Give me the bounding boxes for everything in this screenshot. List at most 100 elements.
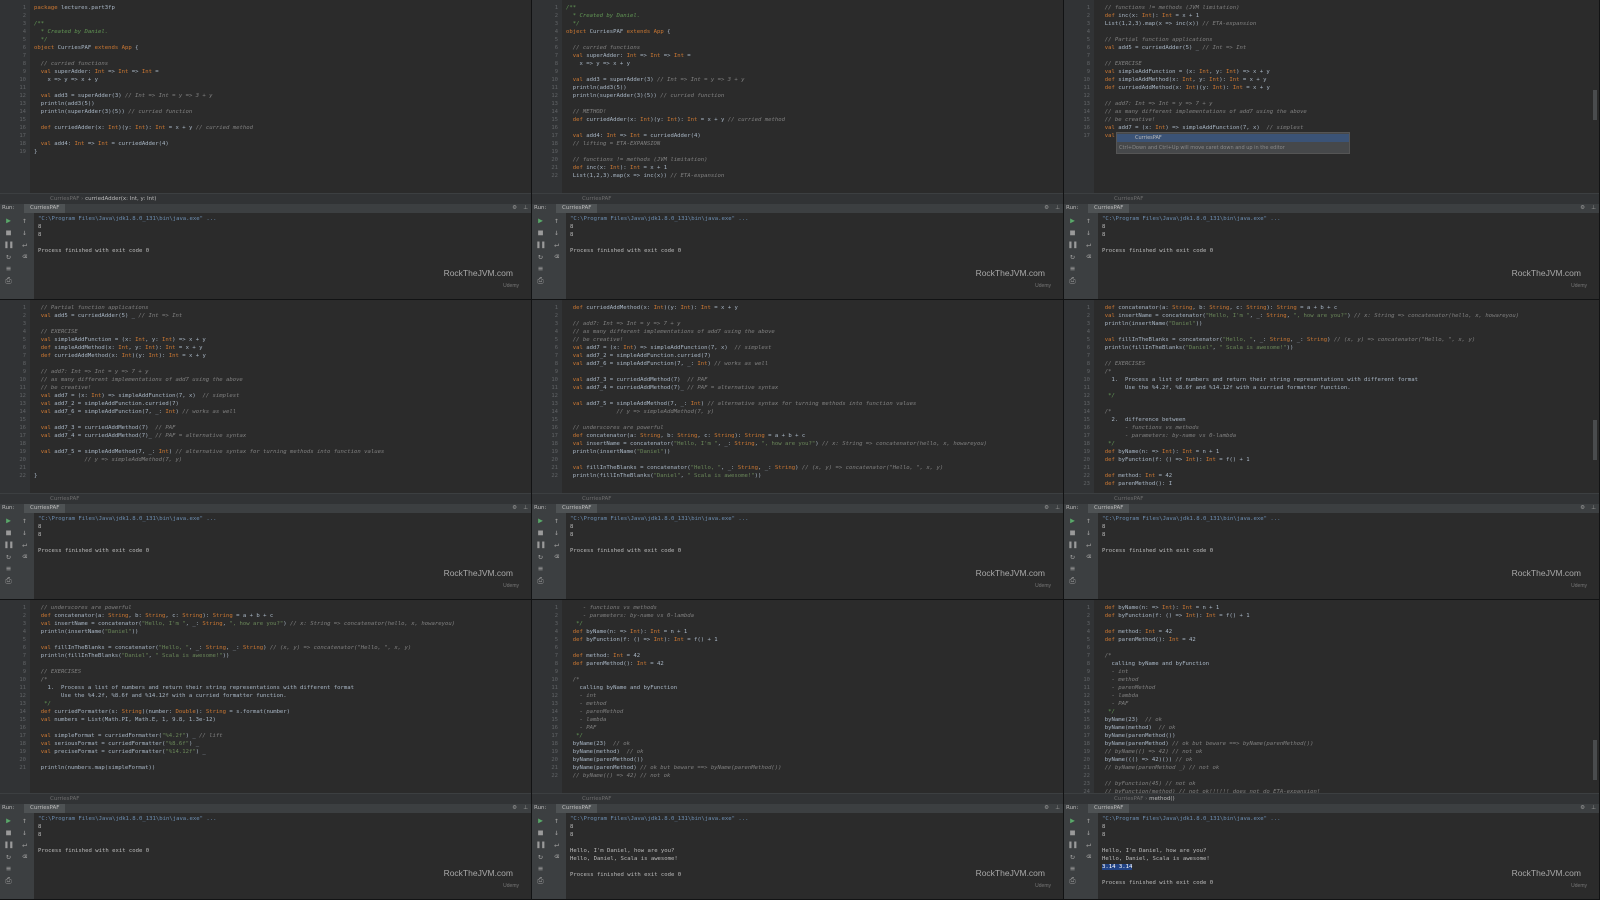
code-line[interactable]: // EXERCISES [34,668,519,676]
code-editor[interactable]: 1 2 3 4 5 6 7 8 9 10 11 12 13 14 15 16 17 18 19 20 21 22 // P… [0,300,531,493]
code-line[interactable]: // as many different implementations of … [1098,108,1587,116]
code-line[interactable]: val simpleAddFunction = (x: Int, y: Int)… [34,336,519,344]
code-line[interactable] [1098,328,1587,336]
code-line[interactable] [566,392,1051,400]
code-line[interactable]: // byFunction(45) // not ok [1098,780,1587,788]
stop-icon[interactable]: ■ [1068,828,1077,837]
code-line[interactable]: println(fillInTheBlanks("Daniel", " Scal… [1098,344,1587,352]
code-line[interactable]: // functions != methods (JVM limitation) [566,156,1051,164]
completion-popup[interactable]: CurriesPAF Ctrl+Down and Ctrl+Up will mo… [1116,132,1350,154]
code-line[interactable]: // as many different implementations of … [566,328,1051,336]
code-line[interactable]: x => y => x + y [34,76,519,84]
up-icon[interactable]: ↑ [552,516,561,525]
code-line[interactable]: val fillInTheBlanks = concatenator("Hell… [566,464,1051,472]
code-line[interactable]: byName(parenMethod) // ok but beware ==>… [1098,740,1587,748]
play-icon[interactable]: ▶ [4,816,13,825]
console-output[interactable]: "C:\Program Files\Java\jdk1.8.0_131\bin\… [38,815,521,855]
code-line[interactable]: val insertName = concatenator("Hello, I'… [566,440,1051,448]
code-line[interactable]: */ [1098,708,1587,716]
code-line[interactable]: println(fillInTheBlanks("Daniel", " Scal… [566,472,1051,480]
rerun-icon[interactable]: ↻ [1068,552,1077,561]
console-output[interactable]: "C:\Program Files\Java\jdk1.8.0_131\bin\… [38,515,521,555]
code-editor[interactable]: 1 2 3 4 5 6 7 8 9 10 11 12 13 14 15 16 17 18 19 package le… [0,0,531,193]
code-area[interactable]: // underscores are powerful def concaten… [34,604,519,772]
print-icon[interactable]: ⎙ [536,576,545,585]
gear-icon[interactable]: ⚙ [512,504,517,513]
scroll-icon[interactable]: ≡ [536,264,545,273]
code-line[interactable]: */ [1098,440,1587,448]
code-line[interactable]: 1. Process a list of numbers and return … [1098,376,1587,384]
code-line[interactable]: * Created by Daniel. [566,12,1051,20]
code-line[interactable]: - PAF [1098,700,1587,708]
code-line[interactable]: List(1,2,3).map(x => inc(x)) // ETA-expa… [566,172,1051,180]
code-line[interactable] [566,68,1051,76]
play-icon[interactable]: ▶ [536,516,545,525]
code-line[interactable]: val simpleAddFunction = (x: Int, y: Int)… [1098,68,1587,76]
wrap-icon[interactable]: ↵ [552,540,561,549]
code-line[interactable] [566,668,1051,676]
wrap-icon[interactable]: ↵ [1084,540,1093,549]
pin-icon[interactable]: ⊥ [1055,804,1060,813]
run-tab[interactable]: CurriesPAF [24,204,66,213]
pause-icon[interactable]: ❚❚ [1068,240,1078,249]
gear-icon[interactable]: ⚙ [1580,204,1585,213]
clear-icon[interactable]: ⌫ [20,552,29,561]
code-line[interactable] [1098,52,1587,60]
code-line[interactable]: println(add3(5)) [34,100,519,108]
play-icon[interactable]: ▶ [1068,216,1077,225]
code-line[interactable]: println(add3(5)) [566,84,1051,92]
code-line[interactable] [34,464,519,472]
code-line[interactable]: val add7_4 = curriedAddMethod(7)_ // PAF… [566,384,1051,392]
scroll-icon[interactable]: ≡ [4,864,13,873]
up-icon[interactable]: ↑ [20,516,29,525]
code-line[interactable]: val add5 = curriedAdder(5) _ // Int => I… [1098,44,1587,52]
code-line[interactable]: def parenMethod(): I [1098,480,1587,488]
code-editor[interactable]: 1 2 3 4 5 6 7 8 9 10 11 12 13 14 15 16 17 18 19 20 21 // und… [0,600,531,793]
console-output[interactable]: "C:\Program Files\Java\jdk1.8.0_131\bin\… [38,215,521,255]
wrap-icon[interactable]: ↵ [552,840,561,849]
code-line[interactable]: val fillInTheBlanks = concatenator("Hell… [1098,336,1587,344]
code-line[interactable] [1098,644,1587,652]
code-line[interactable]: def byFunction(f: () => Int): Int = f() … [566,636,1051,644]
code-line[interactable] [1098,620,1587,628]
code-line[interactable]: // as many different implementations of … [34,376,519,384]
wrap-icon[interactable]: ↵ [552,240,561,249]
gear-icon[interactable]: ⚙ [1580,804,1585,813]
play-icon[interactable]: ▶ [4,216,13,225]
code-line[interactable]: - PAF [566,724,1051,732]
stop-icon[interactable]: ■ [4,228,13,237]
rerun-icon[interactable]: ↻ [4,552,13,561]
code-line[interactable] [34,724,519,732]
console-output[interactable]: "C:\Program Files\Java\jdk1.8.0_131\bin\… [570,215,1053,255]
code-line[interactable] [34,132,519,140]
code-line[interactable]: val add3 = superAdder(3) // Int => Int =… [34,92,519,100]
code-line[interactable]: def concatenator(a: String, b: String, c… [34,612,519,620]
code-line[interactable] [34,360,519,368]
code-line[interactable]: object CurriesPAF extends App { [34,44,519,52]
play-icon[interactable]: ▶ [1068,516,1077,525]
code-line[interactable]: val add7_4 = curriedAddMethod(7)_ // PAF… [34,432,519,440]
code-line[interactable]: val add7_5 = simpleAddMethod(7, _: Int) … [566,400,1051,408]
pin-icon[interactable]: ⊥ [1055,204,1060,213]
gear-icon[interactable]: ⚙ [512,804,517,813]
code-line[interactable]: val superAdder: Int => Int => Int = [34,68,519,76]
code-line[interactable]: // byName(() => 42) // not ok [566,772,1051,780]
code-line[interactable]: byName(method) // ok [1098,724,1587,732]
console-output[interactable]: "C:\Program Files\Java\jdk1.8.0_131\bin\… [1102,515,1589,555]
code-line[interactable]: def byName(n: => Int): Int = n + 1 [1098,604,1587,612]
code-line[interactable]: val add4: Int => Int = curriedAdder(4) [566,132,1051,140]
rerun-icon[interactable]: ↻ [1068,252,1077,261]
code-line[interactable]: // byName(() => 42) // not ok [1098,748,1587,756]
play-icon[interactable]: ▶ [536,216,545,225]
down-icon[interactable]: ↓ [20,528,29,537]
code-line[interactable]: // EXERCISE [1098,60,1587,68]
code-line[interactable]: def method: Int = 42 [1098,628,1587,636]
breadcrumb-method[interactable]: method() [1149,796,1175,802]
code-line[interactable] [34,116,519,124]
code-line[interactable]: // lifting = ETA-EXPANSION [566,140,1051,148]
code-line[interactable]: val add7_6 = simpleAddFunction(7, _: Int… [566,360,1051,368]
code-line[interactable]: - functions vs methods [1098,424,1587,432]
code-line[interactable]: // EXERCISE [34,328,519,336]
pause-icon[interactable]: ❚❚ [1068,540,1078,549]
scroll-icon[interactable]: ≡ [1068,264,1077,273]
